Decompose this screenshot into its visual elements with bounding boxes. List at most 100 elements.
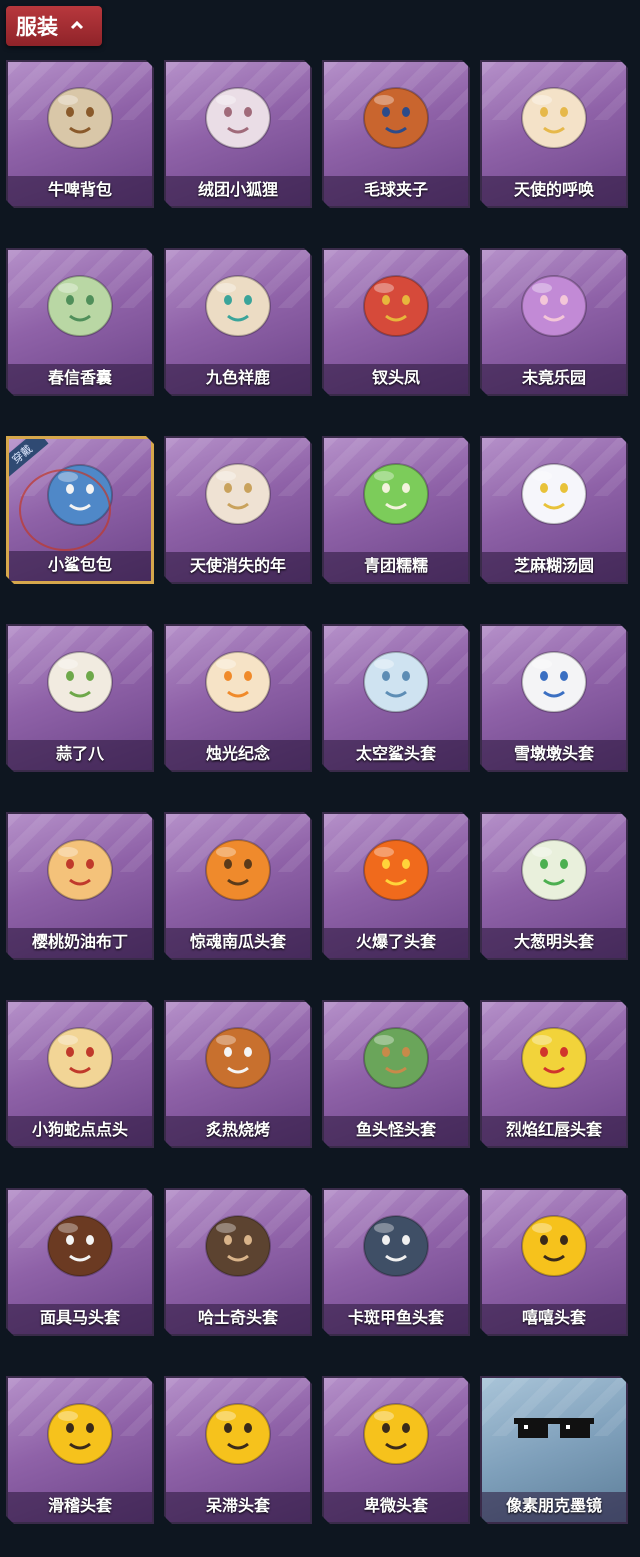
dog-snake-icon xyxy=(38,1012,122,1096)
item-grid: 牛啤背包 绒团小狐狸 毛球夹子 天使的呼唤 春信香囊 九色祥鹿 钗头凤 未竟乐园… xyxy=(6,60,628,1524)
fire-hood-icon xyxy=(354,824,438,908)
space-shark-hood-icon xyxy=(354,636,438,720)
item-card[interactable]: 毛球夹子 xyxy=(322,60,470,208)
fluffy-fox-icon xyxy=(196,72,280,156)
item-card[interactable]: 九色祥鹿 xyxy=(164,248,312,396)
item-label: 天使的呼唤 xyxy=(482,176,626,206)
nine-color-deer-icon xyxy=(196,260,280,344)
item-label: 滑稽头套 xyxy=(8,1492,152,1522)
item-label: 烈焰红唇头套 xyxy=(482,1116,626,1146)
cherry-pudding-icon xyxy=(38,824,122,908)
item-card[interactable]: 绒团小狐狸 xyxy=(164,60,312,208)
item-label: 雪墩墩头套 xyxy=(482,740,626,770)
item-label: 哈士奇头套 xyxy=(166,1304,310,1334)
husky-hood-icon xyxy=(196,1200,280,1284)
item-label: 蒜了八 xyxy=(8,740,152,770)
sachet-icon xyxy=(38,260,122,344)
phoenix-hairpin-icon xyxy=(354,260,438,344)
sesame-tangyuan-icon xyxy=(512,448,596,532)
item-label: 面具马头套 xyxy=(8,1304,152,1334)
item-card[interactable]: 呆滞头套 xyxy=(164,1376,312,1524)
unfinished-paradise-icon xyxy=(512,260,596,344)
item-card[interactable]: 火爆了头套 xyxy=(322,812,470,960)
item-card[interactable]: 太空鲨头套 xyxy=(322,624,470,772)
item-label: 火爆了头套 xyxy=(324,928,468,958)
category-tab-label: 服装 xyxy=(16,16,58,39)
item-label: 惊魂南瓜头套 xyxy=(166,928,310,958)
item-card[interactable]: 未竟乐园 xyxy=(480,248,628,396)
fish-head-hood-icon xyxy=(354,1012,438,1096)
angel-call-icon xyxy=(512,72,596,156)
pumpkin-hood-icon xyxy=(196,824,280,908)
item-card[interactable]: 芝麻糊汤圆 xyxy=(480,436,628,584)
item-card[interactable]: 炙热烧烤 xyxy=(164,1000,312,1148)
item-label: 炙热烧烤 xyxy=(166,1116,310,1146)
item-card[interactable]: 像素朋克墨镜 xyxy=(480,1376,628,1524)
item-label: 毛球夹子 xyxy=(324,176,468,206)
kaban-fish-hood-icon xyxy=(354,1200,438,1284)
item-card[interactable]: 滑稽头套 xyxy=(6,1376,154,1524)
scallion-hood-icon xyxy=(512,824,596,908)
item-card[interactable]: 嘻嘻头套 xyxy=(480,1188,628,1336)
item-card[interactable]: 面具马头套 xyxy=(6,1188,154,1336)
item-card[interactable]: 青团糯糯 xyxy=(322,436,470,584)
item-label: 卑微头套 xyxy=(324,1492,468,1522)
vanished-angel-icon xyxy=(196,448,280,532)
item-card[interactable]: 烛光纪念 xyxy=(164,624,312,772)
item-card[interactable]: 樱桃奶油布丁 xyxy=(6,812,154,960)
item-card[interactable]: 雪墩墩头套 xyxy=(480,624,628,772)
item-card[interactable]: 牛啤背包 xyxy=(6,60,154,208)
item-card[interactable]: 哈士奇头套 xyxy=(164,1188,312,1336)
snowman-hood-icon xyxy=(512,636,596,720)
item-label: 小鲨包包 xyxy=(9,551,151,581)
item-label: 嘻嘻头套 xyxy=(482,1304,626,1334)
cow-beer-backpack-icon xyxy=(38,72,122,156)
item-label: 天使消失的年 xyxy=(166,552,310,582)
item-label: 未竟乐园 xyxy=(482,364,626,394)
horse-mask-icon xyxy=(38,1200,122,1284)
item-card[interactable]: 烈焰红唇头套 xyxy=(480,1000,628,1148)
red-lips-hood-icon xyxy=(512,1012,596,1096)
item-card[interactable]: 卑微头套 xyxy=(322,1376,470,1524)
item-label: 牛啤背包 xyxy=(8,176,152,206)
item-card[interactable]: 穿戴 小鲨包包 xyxy=(6,436,154,584)
item-card[interactable]: 卡斑甲鱼头套 xyxy=(322,1188,470,1336)
item-label: 绒团小狐狸 xyxy=(166,176,310,206)
item-card[interactable]: 钗头凤 xyxy=(322,248,470,396)
item-label: 小狗蛇点点头 xyxy=(8,1116,152,1146)
worn-highlight-ring xyxy=(19,469,111,551)
item-label: 太空鲨头套 xyxy=(324,740,468,770)
candle-icon xyxy=(196,636,280,720)
category-tab-clothing[interactable]: 服装 xyxy=(6,6,102,46)
item-label: 春信香囊 xyxy=(8,364,152,394)
item-label: 烛光纪念 xyxy=(166,740,310,770)
item-card[interactable]: 春信香囊 xyxy=(6,248,154,396)
funny-face-hood-icon xyxy=(38,1388,122,1472)
item-label: 钗头凤 xyxy=(324,364,468,394)
green-dumpling-icon xyxy=(354,448,438,532)
item-label: 呆滞头套 xyxy=(166,1492,310,1522)
item-card[interactable]: 天使消失的年 xyxy=(164,436,312,584)
item-label: 大葱明头套 xyxy=(482,928,626,958)
item-card[interactable]: 蒜了八 xyxy=(6,624,154,772)
chevron-up-icon xyxy=(70,20,84,30)
item-label: 鱼头怪头套 xyxy=(324,1116,468,1146)
item-label: 青团糯糯 xyxy=(324,552,468,582)
pixel-sunglasses-icon xyxy=(512,1388,596,1472)
dazed-face-hood-icon xyxy=(196,1388,280,1472)
item-label: 卡斑甲鱼头套 xyxy=(324,1304,468,1334)
item-label: 樱桃奶油布丁 xyxy=(8,928,152,958)
item-card[interactable]: 大葱明头套 xyxy=(480,812,628,960)
item-label: 芝麻糊汤圆 xyxy=(482,552,626,582)
humble-face-hood-icon xyxy=(354,1388,438,1472)
item-label: 像素朋克墨镜 xyxy=(482,1492,626,1522)
grill-meat-icon xyxy=(196,1012,280,1096)
item-card[interactable]: 小狗蛇点点头 xyxy=(6,1000,154,1148)
red-panda-clip-icon xyxy=(354,72,438,156)
garlic-icon xyxy=(38,636,122,720)
item-card[interactable]: 鱼头怪头套 xyxy=(322,1000,470,1148)
grin-hood-icon xyxy=(512,1200,596,1284)
item-card[interactable]: 惊魂南瓜头套 xyxy=(164,812,312,960)
item-label: 九色祥鹿 xyxy=(166,364,310,394)
item-card[interactable]: 天使的呼唤 xyxy=(480,60,628,208)
